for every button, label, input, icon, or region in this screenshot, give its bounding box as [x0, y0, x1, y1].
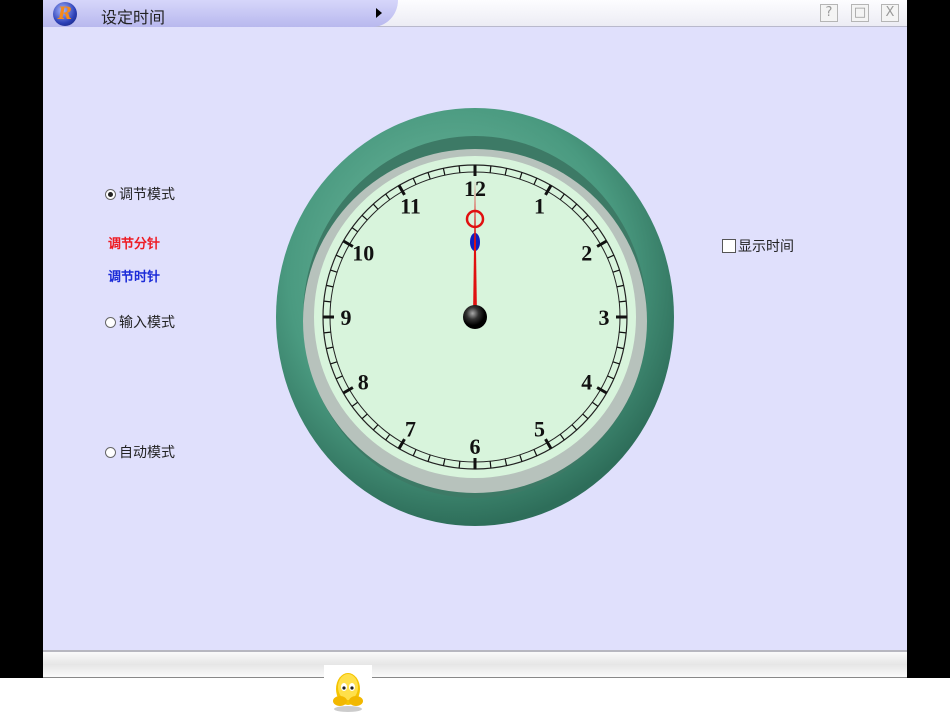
clock-number: 7 — [405, 417, 416, 442]
clock-tick — [619, 331, 627, 334]
mode-label: 自动模式 — [119, 445, 175, 461]
clock-tick — [619, 300, 627, 303]
emoji-assistant-icon[interactable] — [324, 665, 372, 713]
mode-label: 调节模式 — [119, 187, 175, 203]
mode-label: 输入模式 — [119, 315, 175, 331]
clock-number: 6 — [470, 434, 481, 459]
clock-number: 8 — [358, 370, 369, 395]
clock-tick — [489, 461, 492, 469]
clock-tick — [489, 165, 492, 173]
clock-tick — [458, 461, 461, 469]
mode-auto-radio[interactable]: 自动模式 — [105, 442, 175, 462]
radio-icon[interactable] — [105, 446, 116, 458]
show-time-checkbox[interactable]: 显示时间 — [722, 236, 794, 256]
clock-tick — [458, 165, 461, 173]
clock-hub — [463, 305, 487, 329]
checkbox-icon[interactable] — [722, 239, 736, 253]
clock-tick — [323, 300, 331, 303]
adjust-hour-button[interactable]: 调节时针 — [108, 266, 160, 285]
radio-icon[interactable] — [105, 316, 116, 328]
app-window: R 设定时间 ? □ X 121234567891011 调节模式 调节分针 调… — [43, 0, 907, 678]
clock-number: 9 — [341, 305, 352, 330]
clock-number: 10 — [352, 241, 374, 266]
mode-adjust-radio[interactable]: 调节模式 — [105, 184, 175, 204]
clock-number: 2 — [581, 241, 592, 266]
clock-number: 3 — [599, 305, 610, 330]
clock-tick — [323, 331, 331, 334]
status-bar — [43, 650, 907, 678]
clock-number: 11 — [400, 193, 421, 218]
mode-input-radio[interactable]: 输入模式 — [105, 312, 175, 332]
clock-number: 1 — [534, 193, 545, 218]
clock-number: 5 — [534, 417, 545, 442]
show-time-label: 显示时间 — [738, 239, 794, 255]
adjust-minute-button[interactable]: 调节分针 — [108, 233, 160, 252]
clock-number: 4 — [581, 370, 592, 395]
radio-icon[interactable] — [105, 188, 116, 200]
